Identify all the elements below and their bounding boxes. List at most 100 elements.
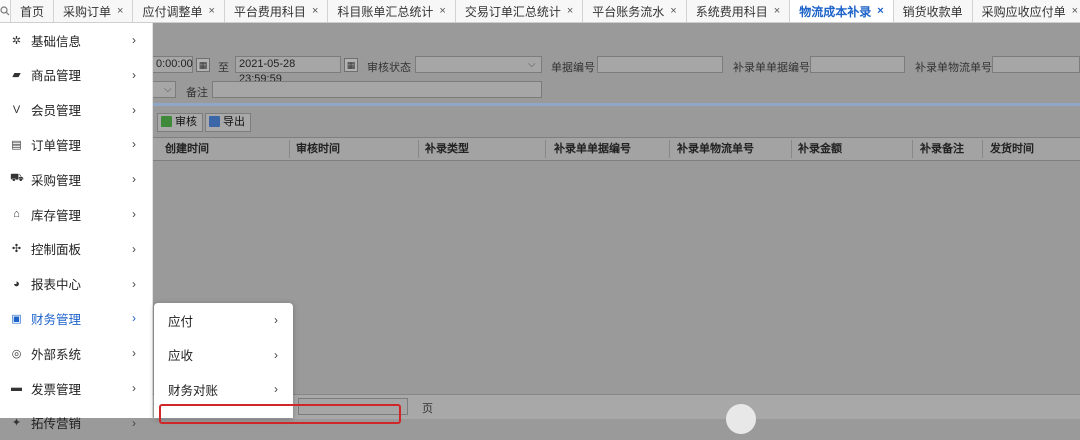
close-icon[interactable]: × bbox=[117, 5, 123, 17]
sidebar-item-label: 拓传营销 bbox=[31, 417, 82, 432]
col-header[interactable]: 发货时间 bbox=[990, 138, 1034, 160]
sidebar-item-label: 发票管理 bbox=[31, 382, 82, 397]
submenu-item-1[interactable]: 应收 › bbox=[154, 338, 293, 372]
tab-10[interactable]: 采购应收应付单 × bbox=[972, 0, 1080, 22]
tab-label: 应付调整单 bbox=[142, 4, 203, 19]
col-header[interactable]: 补录金额 bbox=[798, 138, 842, 160]
highlight-annotation bbox=[159, 404, 401, 424]
submenu-item-0[interactable]: 应付 › bbox=[154, 303, 293, 337]
tab-4[interactable]: 科目账单汇总统计 × bbox=[328, 0, 456, 22]
audit-button[interactable]: 审核 bbox=[157, 113, 203, 132]
sidebar-item-label: 基础信息 bbox=[31, 34, 82, 49]
close-icon[interactable]: × bbox=[670, 5, 676, 17]
sidebar-item-member[interactable]: V 会员管理 › bbox=[0, 93, 152, 127]
sidebar-item-invoice[interactable]: ▬ 发票管理 › bbox=[0, 371, 152, 405]
chevron-right-icon: › bbox=[132, 346, 136, 361]
sidebar-item-label: 会员管理 bbox=[31, 104, 82, 119]
close-icon[interactable]: × bbox=[1072, 5, 1078, 17]
close-icon[interactable]: × bbox=[567, 5, 573, 17]
report-icon: ◕ bbox=[13, 277, 20, 290]
close-icon[interactable]: × bbox=[312, 5, 318, 17]
remark-label: 备注 bbox=[186, 87, 208, 99]
chevron-right-icon: › bbox=[274, 347, 278, 362]
finance-submenu: 应付 › 应收 › 财务对账 › bbox=[154, 303, 293, 418]
start-time-field[interactable]: 0:00:00 bbox=[152, 56, 193, 73]
submenu-item-2[interactable]: 财务对账 › bbox=[154, 372, 293, 406]
tab-8[interactable]: 物流成本补录 × bbox=[790, 0, 894, 22]
chevron-right-icon: › bbox=[132, 172, 136, 187]
col-header[interactable]: 补录单物流单号 bbox=[677, 138, 754, 160]
doc-no-input[interactable] bbox=[597, 56, 723, 73]
sidebar-item-cart[interactable]: ⛟ 采购管理 › bbox=[0, 162, 152, 196]
export-button[interactable]: 导出 bbox=[205, 113, 251, 132]
tab-label: 采购应收应付单 bbox=[981, 4, 1066, 19]
dashboard-icon: ✣ bbox=[11, 243, 22, 256]
col-header[interactable]: 补录类型 bbox=[425, 138, 469, 160]
chevron-right-icon: › bbox=[132, 311, 136, 326]
supp-logistics-no-input[interactable] bbox=[992, 56, 1080, 73]
tab-3[interactable]: 平台费用科目 × bbox=[224, 0, 329, 22]
remark-input[interactable] bbox=[212, 81, 542, 98]
tab-label: 物流成本补录 bbox=[799, 4, 872, 19]
chevron-right-icon: › bbox=[132, 137, 136, 152]
sidebar-item-report[interactable]: ◕ 报表中心 › bbox=[0, 267, 152, 301]
col-separator bbox=[545, 140, 546, 158]
tab-1[interactable]: 采购订单 × bbox=[54, 0, 134, 22]
sidebar: ✲ 基础信息 › ▰ 商品管理 › V 会员管理 › ▤ 订单管理 › ⛟ 采购管理 › ⌂ 库存管理 › ✣ 控制面… bbox=[0, 23, 153, 431]
supp-logistics-no-label: 补录单物流单号 bbox=[915, 62, 992, 74]
tab-label: 平台费用科目 bbox=[233, 4, 306, 19]
chevron-right-icon: › bbox=[132, 276, 136, 291]
tab-label: 交易订单汇总统计 bbox=[464, 4, 561, 19]
col-separator bbox=[289, 140, 290, 158]
tab-2[interactable]: 应付调整单 × bbox=[133, 0, 225, 22]
col-header[interactable]: 补录单单据编号 bbox=[554, 138, 631, 160]
close-icon[interactable]: × bbox=[774, 5, 780, 17]
col-separator bbox=[982, 140, 983, 158]
col-separator bbox=[912, 140, 913, 158]
tab-5[interactable]: 交易订单汇总统计 × bbox=[455, 0, 584, 22]
sidebar-item-shop[interactable]: ▰ 商品管理 › bbox=[0, 58, 152, 92]
sidebar-item-label: 订单管理 bbox=[31, 138, 82, 153]
doc-no-label: 单据编号 bbox=[551, 62, 595, 74]
col-separator bbox=[669, 140, 670, 158]
tab-6[interactable]: 平台账务流水 × bbox=[583, 0, 687, 22]
shop-icon: ▰ bbox=[12, 69, 21, 82]
tab-7[interactable]: 系统费用科目 × bbox=[686, 0, 791, 22]
finance-icon: ▣ bbox=[11, 312, 22, 325]
search-icon bbox=[0, 6, 10, 16]
sidebar-item-order[interactable]: ▤ 订单管理 › bbox=[0, 127, 152, 161]
export-button-label: 导出 bbox=[223, 116, 245, 128]
tab-0[interactable]: 首页 bbox=[11, 0, 55, 22]
close-icon[interactable]: × bbox=[877, 5, 883, 17]
tab-9[interactable]: 销货收款单 bbox=[893, 0, 973, 22]
sidebar-item-warehouse[interactable]: ⌂ 库存管理 › bbox=[0, 197, 152, 231]
sidebar-item-dashboard[interactable]: ✣ 控制面板 › bbox=[0, 232, 152, 266]
tab-search-button[interactable] bbox=[0, 0, 11, 22]
sidebar-item-external[interactable]: ◎ 外部系统 › bbox=[0, 336, 152, 370]
col-header[interactable]: 创建时间 bbox=[165, 138, 209, 160]
tab-bar: 首页 采购订单 × 应付调整单 × 平台费用科目 × 科目账单汇总统计 × 交易订单汇总统计 × 平台… bbox=[0, 0, 1080, 23]
chevron-right-icon: › bbox=[132, 381, 136, 395]
sidebar-item-marketing[interactable]: ✦ 拓传营销 › bbox=[0, 406, 152, 440]
start-calendar-button[interactable]: ▦ bbox=[196, 58, 210, 72]
end-time-field[interactable]: 2021-05-28 23:59:59 bbox=[235, 56, 341, 85]
chevron-right-icon: › bbox=[132, 67, 136, 82]
audit-icon bbox=[161, 116, 172, 127]
col-header[interactable]: 审核时间 bbox=[296, 138, 340, 160]
submenu-item-label: 应付 bbox=[168, 314, 194, 329]
close-icon[interactable]: × bbox=[208, 5, 214, 17]
sidebar-item-label: 财务管理 bbox=[31, 312, 82, 327]
supp-doc-no-input[interactable] bbox=[810, 56, 905, 73]
close-icon[interactable]: × bbox=[439, 5, 445, 17]
tab-label: 首页 bbox=[20, 4, 45, 19]
audit-button-label: 审核 bbox=[175, 116, 197, 128]
sidebar-item-finance[interactable]: ▣ 财务管理 › bbox=[0, 301, 152, 335]
col-header[interactable]: 补录备注 bbox=[920, 138, 964, 160]
sidebar-item-gear[interactable]: ✲ 基础信息 › bbox=[0, 23, 152, 57]
chevron-right-icon: › bbox=[132, 207, 136, 221]
external-icon: ◎ bbox=[11, 347, 22, 360]
sidebar-item-label: 商品管理 bbox=[31, 69, 82, 84]
end-calendar-button[interactable]: ▦ bbox=[344, 58, 358, 72]
audit-status-select[interactable] bbox=[415, 56, 542, 73]
audit-status-label: 审核状态 bbox=[367, 62, 411, 74]
